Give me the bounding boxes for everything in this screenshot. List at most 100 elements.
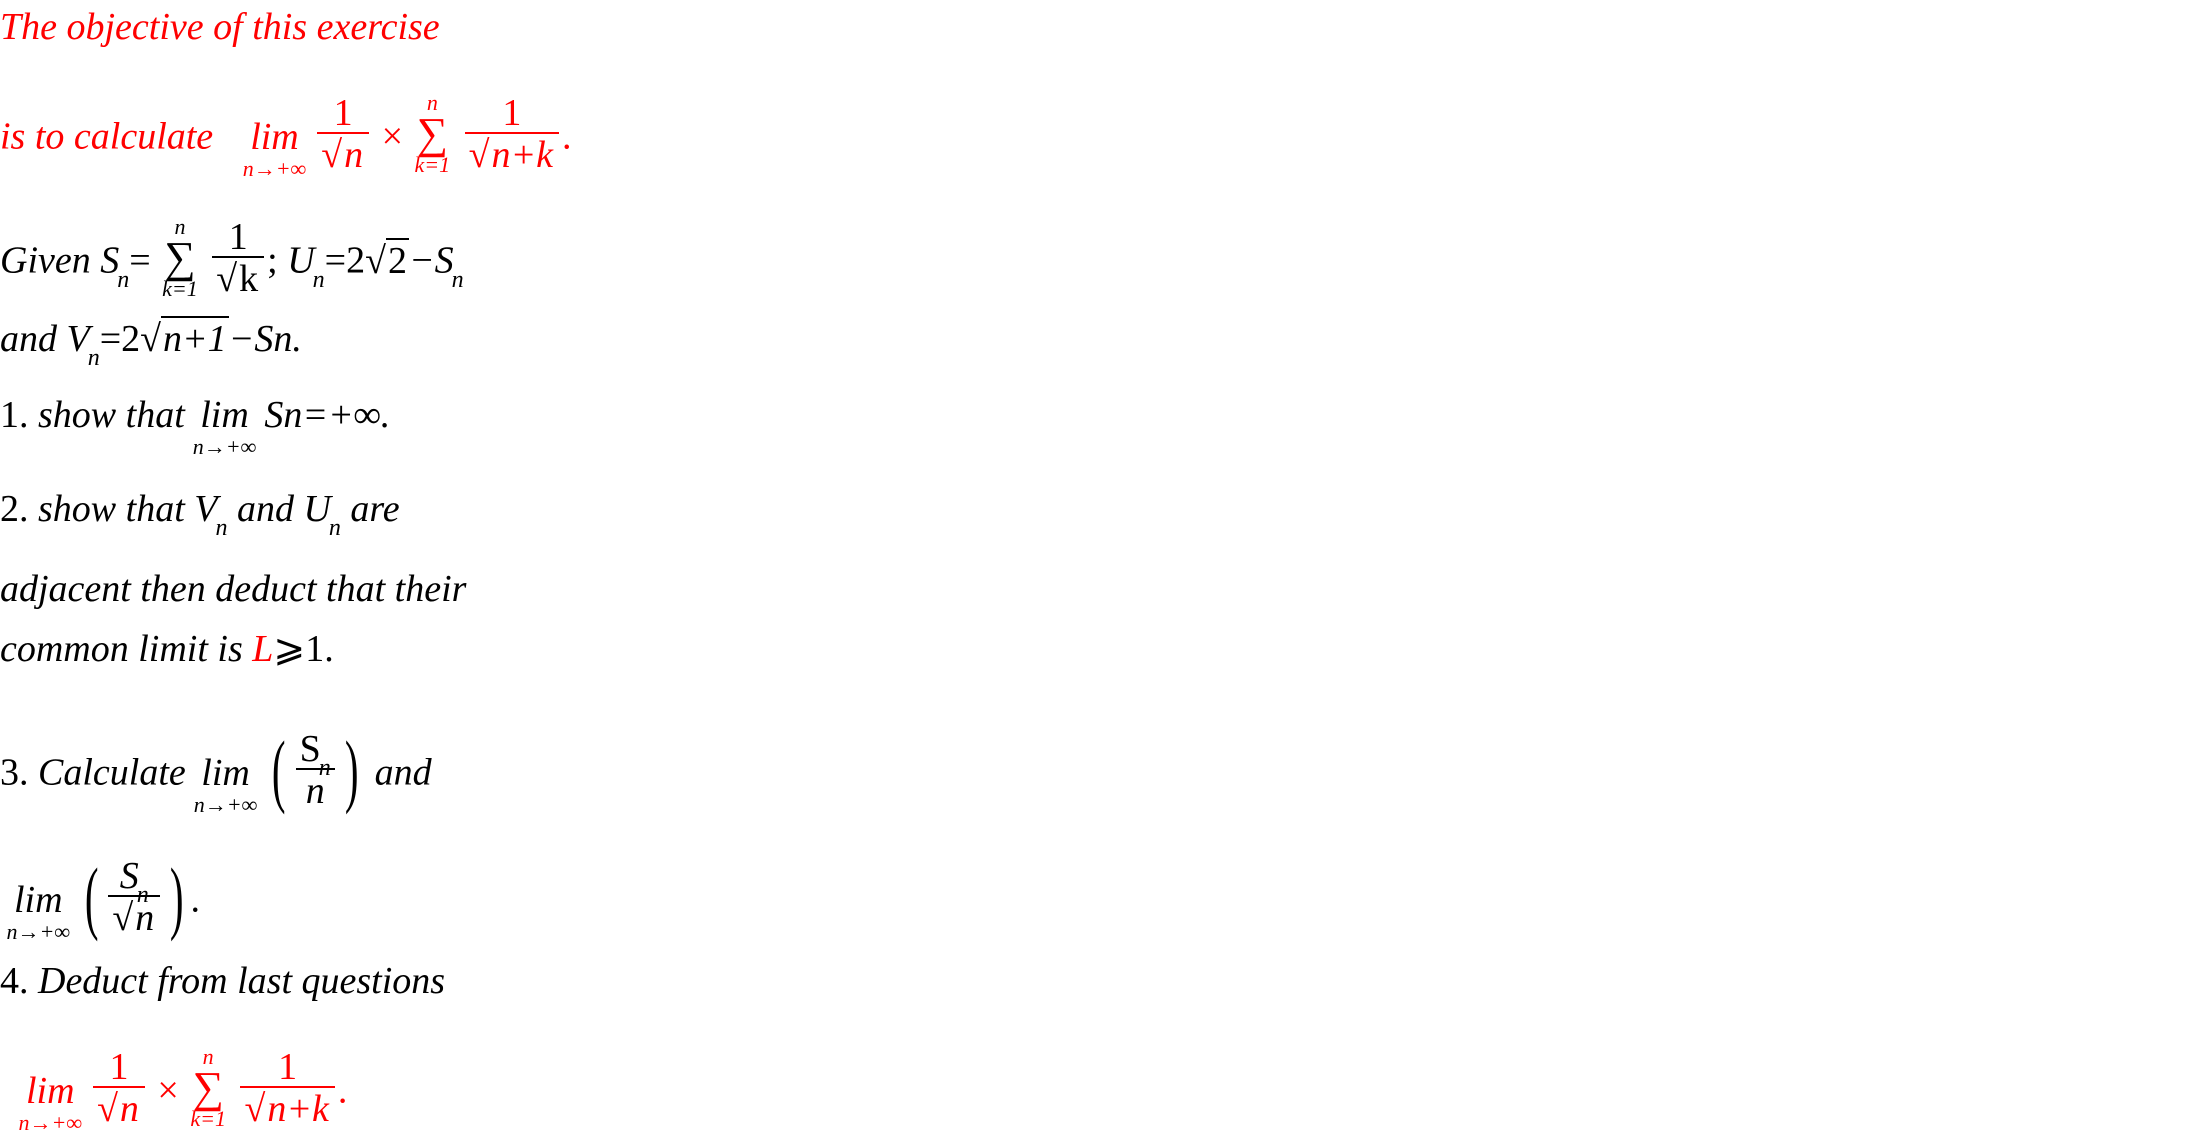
denominator: k [237, 255, 261, 300]
sqrt-icon: √ [140, 318, 162, 360]
and-word: and [0, 318, 57, 360]
summation: n ∑ k=1 [190, 1046, 226, 1130]
limit-expression: lim n→+∞ [7, 878, 71, 943]
v-symbol: V [194, 488, 218, 530]
summation: n ∑ k=1 [162, 216, 198, 300]
u-rhs-prefix: =2 [324, 239, 366, 282]
u-symbol: U [287, 239, 315, 282]
v-rhs-prefix: =2 [99, 318, 141, 360]
right-paren: ) [170, 851, 184, 942]
question-text: Calculate [38, 751, 186, 794]
period: . [190, 878, 201, 921]
sigma-icon: ∑ [416, 109, 449, 158]
sum-lower: k=1 [162, 275, 198, 301]
question-2: 2. show that Vn and Un are [0, 488, 400, 540]
times-sign: × [157, 1069, 179, 1112]
question-number: 2. [0, 488, 29, 530]
intro-line-2: is to calculate lim n→+∞ 1 √n × n ∑ k=1 … [0, 92, 572, 182]
sqrt-icon: √ [216, 257, 238, 300]
fraction-1-over-sqrt-n: 1 √n [93, 1045, 145, 1130]
question-text: common limit is [0, 628, 243, 670]
subscript-n: n [451, 266, 464, 293]
fraction-sn-over-n: Sn n [295, 728, 335, 810]
left-paren: ( [84, 851, 99, 942]
question-2-conclusion: common limit is L⩾1. [0, 630, 334, 668]
sqrt-icon: √ [468, 133, 490, 176]
lim-subscript: n→+∞ [6, 918, 71, 944]
subscript-n: n [136, 882, 149, 908]
numerator: 1 [333, 91, 353, 134]
question-2-continued: adjacent then deduct that their [0, 570, 466, 608]
lim-subscript: n→+∞ [193, 791, 258, 817]
limit-expression: lim n→+∞ [243, 115, 307, 180]
sigma-icon: ∑ [164, 233, 196, 282]
fraction-1-over-sqrt-n-plus-k: 1 √n+k [240, 1045, 335, 1130]
and-word: and [236, 488, 294, 530]
radicand: n+1 [161, 316, 229, 360]
sqrt-icon: √ [365, 239, 386, 282]
subscript-n: n [318, 755, 331, 781]
question-text: adjacent then deduct that their [0, 568, 467, 610]
semicolon: ; [267, 239, 278, 282]
fraction-1-over-sqrt-n-plus-k: 1 √n+k [464, 91, 560, 176]
given-word: Given [0, 239, 91, 282]
numerator: 1 [109, 1045, 129, 1088]
limit-expression: lim n→+∞ [194, 751, 258, 816]
sqrt-icon: √ [112, 897, 134, 939]
s-symbol: S [119, 855, 139, 897]
lim-subscript: n→+∞ [18, 1109, 83, 1135]
lim-word: lim [14, 878, 63, 921]
limit-l-symbol: L [252, 628, 274, 670]
question-4: 4. Deduct from last questions [0, 962, 445, 1000]
limit-expression: lim n→+∞ [19, 1069, 83, 1134]
lim-word: lim [26, 1069, 75, 1112]
are-word: are [350, 488, 400, 530]
lim-word: lim [250, 115, 299, 158]
question-number: 4. [0, 960, 29, 1002]
fraction-1-over-sqrt-k: 1 √k [212, 215, 265, 300]
sum-lower: k=1 [190, 1105, 226, 1131]
period: . [337, 1069, 348, 1112]
subscript-n: n [312, 266, 325, 293]
sqrt-icon: √ [321, 133, 343, 176]
lim-subscript: n→+∞ [192, 434, 257, 459]
subscript-n: n [117, 266, 130, 293]
question-number: 1. [0, 394, 29, 436]
s-symbol: S [299, 728, 321, 770]
fraction-sn-over-sqrt-n: Sn √n [108, 855, 161, 939]
v-definition-line: and Vn=2√n+1−Sn. [0, 316, 302, 370]
subscript-n: n [215, 515, 228, 541]
sqrt-icon: √ [97, 1087, 118, 1130]
intro-text: The objective of this exercise [0, 6, 440, 48]
period: . [562, 115, 572, 158]
sum-lower: k=1 [414, 151, 451, 177]
fraction-1-over-sqrt-n: 1 √n [317, 91, 370, 176]
subscript-n: n [87, 345, 100, 371]
question-3-continued: lim n→+∞ ( Sn √n ). [0, 856, 201, 944]
sqrt-icon: √ [244, 1087, 266, 1130]
v-rhs-suffix: −Sn. [228, 318, 302, 360]
sigma-icon: ∑ [192, 1063, 224, 1112]
numerator: 1 [278, 1045, 298, 1088]
question-text: show that [38, 488, 185, 530]
inequality: ⩾1. [273, 628, 334, 670]
numerator: 1 [502, 91, 522, 134]
v-symbol: V [66, 318, 90, 360]
lim-word: lim [200, 394, 249, 436]
lim-word: lim [201, 751, 250, 794]
lim-subscript: n→+∞ [242, 155, 307, 181]
question-text: show that [38, 394, 185, 436]
limit-expression: lim n→+∞ [193, 394, 257, 458]
right-paren: ) [344, 724, 359, 815]
denominator: n [342, 131, 366, 176]
subscript-n: n [328, 515, 341, 541]
numerator: 1 [228, 215, 248, 258]
and-word: and [374, 751, 432, 794]
question-3: 3. Calculate lim n→+∞ ( Sn n ) and [0, 729, 432, 817]
question-text: Deduct from last questions [38, 960, 446, 1002]
summation: n ∑ k=1 [415, 92, 451, 176]
final-expression: lim n→+∞ 1 √n × n ∑ k=1 1 √n+k . [0, 1046, 348, 1136]
question-1: 1. show that lim n→+∞ Sn=+∞. [0, 394, 390, 458]
question-number: 3. [0, 751, 29, 794]
intro-prefix: is to calculate [0, 115, 214, 158]
